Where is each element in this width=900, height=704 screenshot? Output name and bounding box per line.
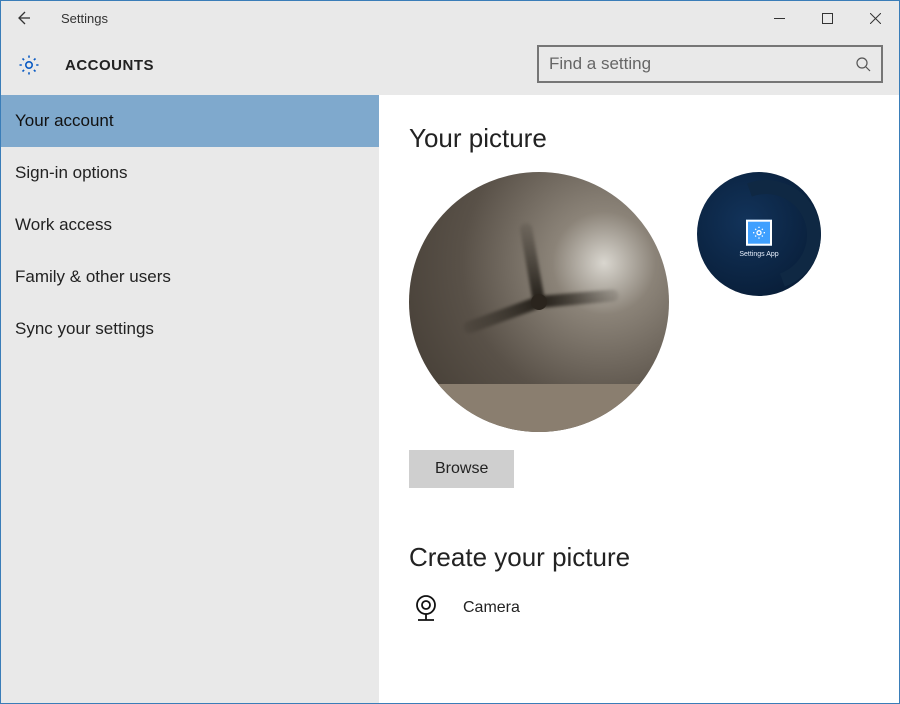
titlebar: Settings [1,1,899,35]
sidebar-item-label: Family & other users [15,267,171,286]
sidebar-item-label: Your account [15,111,114,130]
sidebar: Your account Sign-in options Work access… [1,95,379,703]
close-button[interactable] [851,1,899,35]
search-box[interactable] [537,45,883,83]
search-icon [855,56,871,72]
arrow-left-icon [15,10,31,26]
main-content: Your picture Settings App Br [379,95,899,703]
sidebar-item-your-account[interactable]: Your account [1,95,379,147]
sidebar-item-label: Work access [15,215,112,234]
create-your-picture-section: Create your picture Camera [409,542,869,625]
sidebar-item-label: Sign-in options [15,163,127,182]
header: ACCOUNTS [1,35,899,95]
browse-button[interactable]: Browse [409,450,514,488]
sidebar-item-family-other-users[interactable]: Family & other users [1,251,379,303]
maximize-icon [822,13,833,24]
back-button[interactable] [1,1,45,35]
search-input[interactable] [549,54,855,74]
create-your-picture-heading: Create your picture [409,542,869,573]
sidebar-item-label: Sync your settings [15,319,154,338]
minimize-button[interactable] [755,1,803,35]
camera-option[interactable]: Camera [409,591,869,625]
current-account-picture [409,172,669,432]
sidebar-item-sign-in-options[interactable]: Sign-in options [1,147,379,199]
close-icon [870,13,881,24]
pictures-row: Settings App [409,172,869,432]
gear-icon [746,220,772,246]
sidebar-item-sync-your-settings[interactable]: Sync your settings [1,303,379,355]
sidebar-item-work-access[interactable]: Work access [1,199,379,251]
window-controls [755,1,899,35]
category-title: ACCOUNTS [65,57,154,74]
previous-account-picture[interactable]: Settings App [697,172,821,296]
camera-icon [409,591,443,625]
window-title: Settings [61,11,108,26]
thumbnail-caption: Settings App [739,251,778,258]
body: Your account Sign-in options Work access… [1,95,899,703]
minimize-icon [774,13,785,24]
your-picture-heading: Your picture [409,123,869,154]
camera-label: Camera [463,599,520,617]
gear-icon [17,53,41,77]
maximize-button[interactable] [803,1,851,35]
